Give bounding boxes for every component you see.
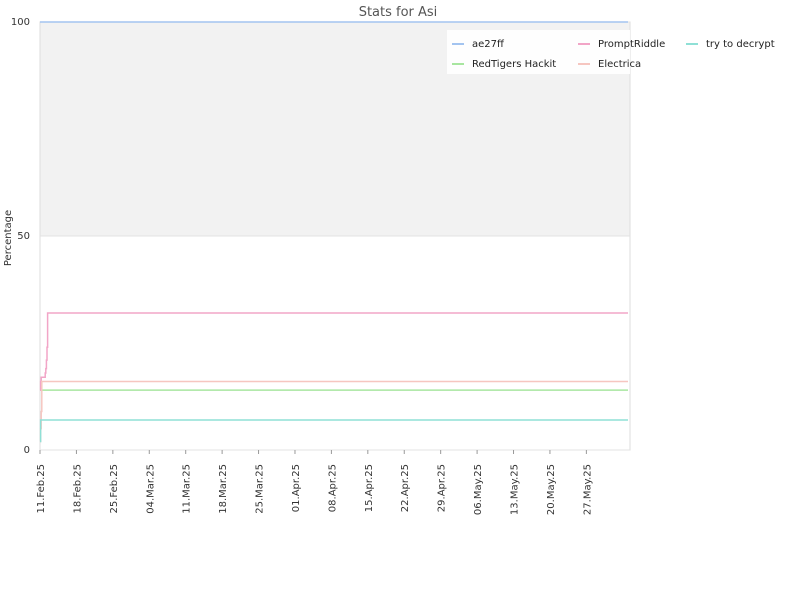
legend-label: PromptRiddle [598,39,665,50]
x-tick-label: 18.Mar.25 [218,464,229,514]
chart-title: Stats for Asi [359,5,438,20]
x-tick-label: 25.Feb.25 [109,464,120,514]
x-tick-label: 08.Apr.25 [327,464,338,512]
x-tick-label: 11.Feb.25 [36,464,47,514]
y-tick-label: 0 [24,445,30,456]
x-tick-label: 29.Apr.25 [437,464,448,512]
x-tick-label: 01.Apr.25 [291,464,302,512]
x-tick-label: 15.Apr.25 [364,464,375,512]
x-tick-label: 04.Mar.25 [145,464,156,514]
y-tick-label: 100 [11,17,30,28]
x-tick-label: 27.May.25 [582,464,593,515]
x-tick-label: 11.Mar.25 [182,464,193,514]
x-tick-label: 20.May.25 [546,464,557,515]
x-tick-label: 13.May.25 [510,464,521,515]
legend-label: RedTigers Hackit [472,59,556,70]
x-tick-label: 25.Mar.25 [255,464,266,514]
chart: Stats for Asi 0 50 100 11.Feb.25 18.Feb.25 2… [3,5,775,515]
legend-label: Electrica [598,59,641,70]
x-tick-label: 18.Feb.25 [72,464,83,514]
y-tick-label: 50 [17,231,30,242]
x-tick-label: 22.Apr.25 [400,464,411,512]
legend-label: ae27ff [472,39,505,50]
y-axis-label: Percentage [3,210,14,266]
x-tick-label: 06.May.25 [473,464,484,515]
legend-label: try to decrypt [706,39,775,50]
